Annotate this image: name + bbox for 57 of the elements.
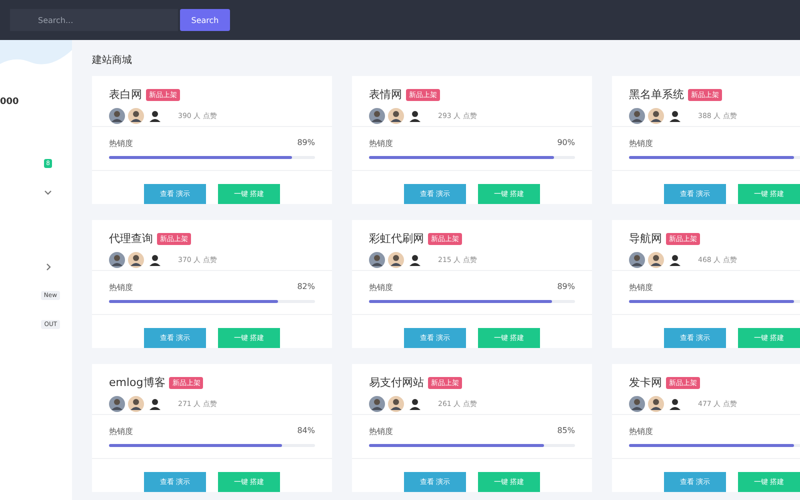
product-title: 表情网 bbox=[369, 87, 402, 102]
avatar-icon bbox=[109, 108, 125, 124]
avatar-icon bbox=[629, 396, 645, 412]
metric-label: 热销度 bbox=[629, 282, 653, 293]
avatar-icon bbox=[128, 252, 144, 268]
avatar-icon bbox=[109, 396, 125, 412]
chevron-right-icon[interactable] bbox=[46, 262, 52, 270]
avatar-icon bbox=[369, 108, 385, 124]
avatar-icon bbox=[629, 108, 645, 124]
avatar-icon bbox=[128, 108, 144, 124]
metric-percent: 90% bbox=[557, 138, 575, 149]
metric-percent: 84% bbox=[297, 426, 315, 437]
avatar-icon bbox=[407, 252, 423, 268]
balance-value: 000 bbox=[0, 97, 20, 107]
metric-label: 热销度 bbox=[369, 426, 393, 437]
avatar-icon bbox=[648, 396, 664, 412]
metric-label: 热销度 bbox=[109, 138, 133, 149]
page-heading: 建站商城 bbox=[92, 54, 133, 67]
product-title: 彩虹代刷网 bbox=[369, 231, 424, 246]
metric-percent: 85% bbox=[557, 426, 575, 437]
avatar-icon bbox=[369, 396, 385, 412]
avatar-icon bbox=[109, 252, 125, 268]
avatar-icon bbox=[369, 252, 385, 268]
avatar-icon bbox=[667, 108, 683, 124]
metric-label: 热销度 bbox=[369, 282, 393, 293]
search-button[interactable]: Search bbox=[180, 9, 230, 31]
metric-percent: 82% bbox=[297, 282, 315, 293]
product-title: 表白网 bbox=[109, 87, 142, 102]
avatar-icon bbox=[388, 252, 404, 268]
metric-label: 热销度 bbox=[369, 138, 393, 149]
avatar-icon bbox=[407, 108, 423, 124]
avatar-icon bbox=[629, 252, 645, 268]
avatar-icon bbox=[128, 396, 144, 412]
metric-label: 热销度 bbox=[629, 426, 653, 437]
product-title: 代理查询 bbox=[109, 231, 153, 246]
search-field[interactable]: Search... bbox=[10, 9, 178, 31]
product-title: 黑名单系统 bbox=[629, 87, 684, 102]
avatar-icon bbox=[388, 108, 404, 124]
avatar-icon bbox=[147, 396, 163, 412]
product-title: 导航网 bbox=[629, 231, 662, 246]
avatar-icon bbox=[648, 108, 664, 124]
avatar-icon bbox=[648, 252, 664, 268]
avatar-icon bbox=[147, 108, 163, 124]
metric-label: 热销度 bbox=[109, 282, 133, 293]
avatar-icon bbox=[388, 396, 404, 412]
avatar-icon bbox=[407, 396, 423, 412]
metric-label: 热销度 bbox=[109, 426, 133, 437]
metric-percent: 89% bbox=[297, 138, 315, 149]
metric-label: 热销度 bbox=[629, 138, 653, 149]
metric-percent: 89% bbox=[557, 282, 575, 293]
avatar-icon bbox=[147, 252, 163, 268]
product-title: 发卡网 bbox=[629, 375, 662, 390]
product-title: emlog博客 bbox=[109, 375, 166, 390]
avatar-icon bbox=[667, 396, 683, 412]
avatar-icon bbox=[667, 252, 683, 268]
product-title: 易支付网站 bbox=[369, 375, 424, 390]
chevron-down-icon[interactable] bbox=[44, 190, 52, 196]
